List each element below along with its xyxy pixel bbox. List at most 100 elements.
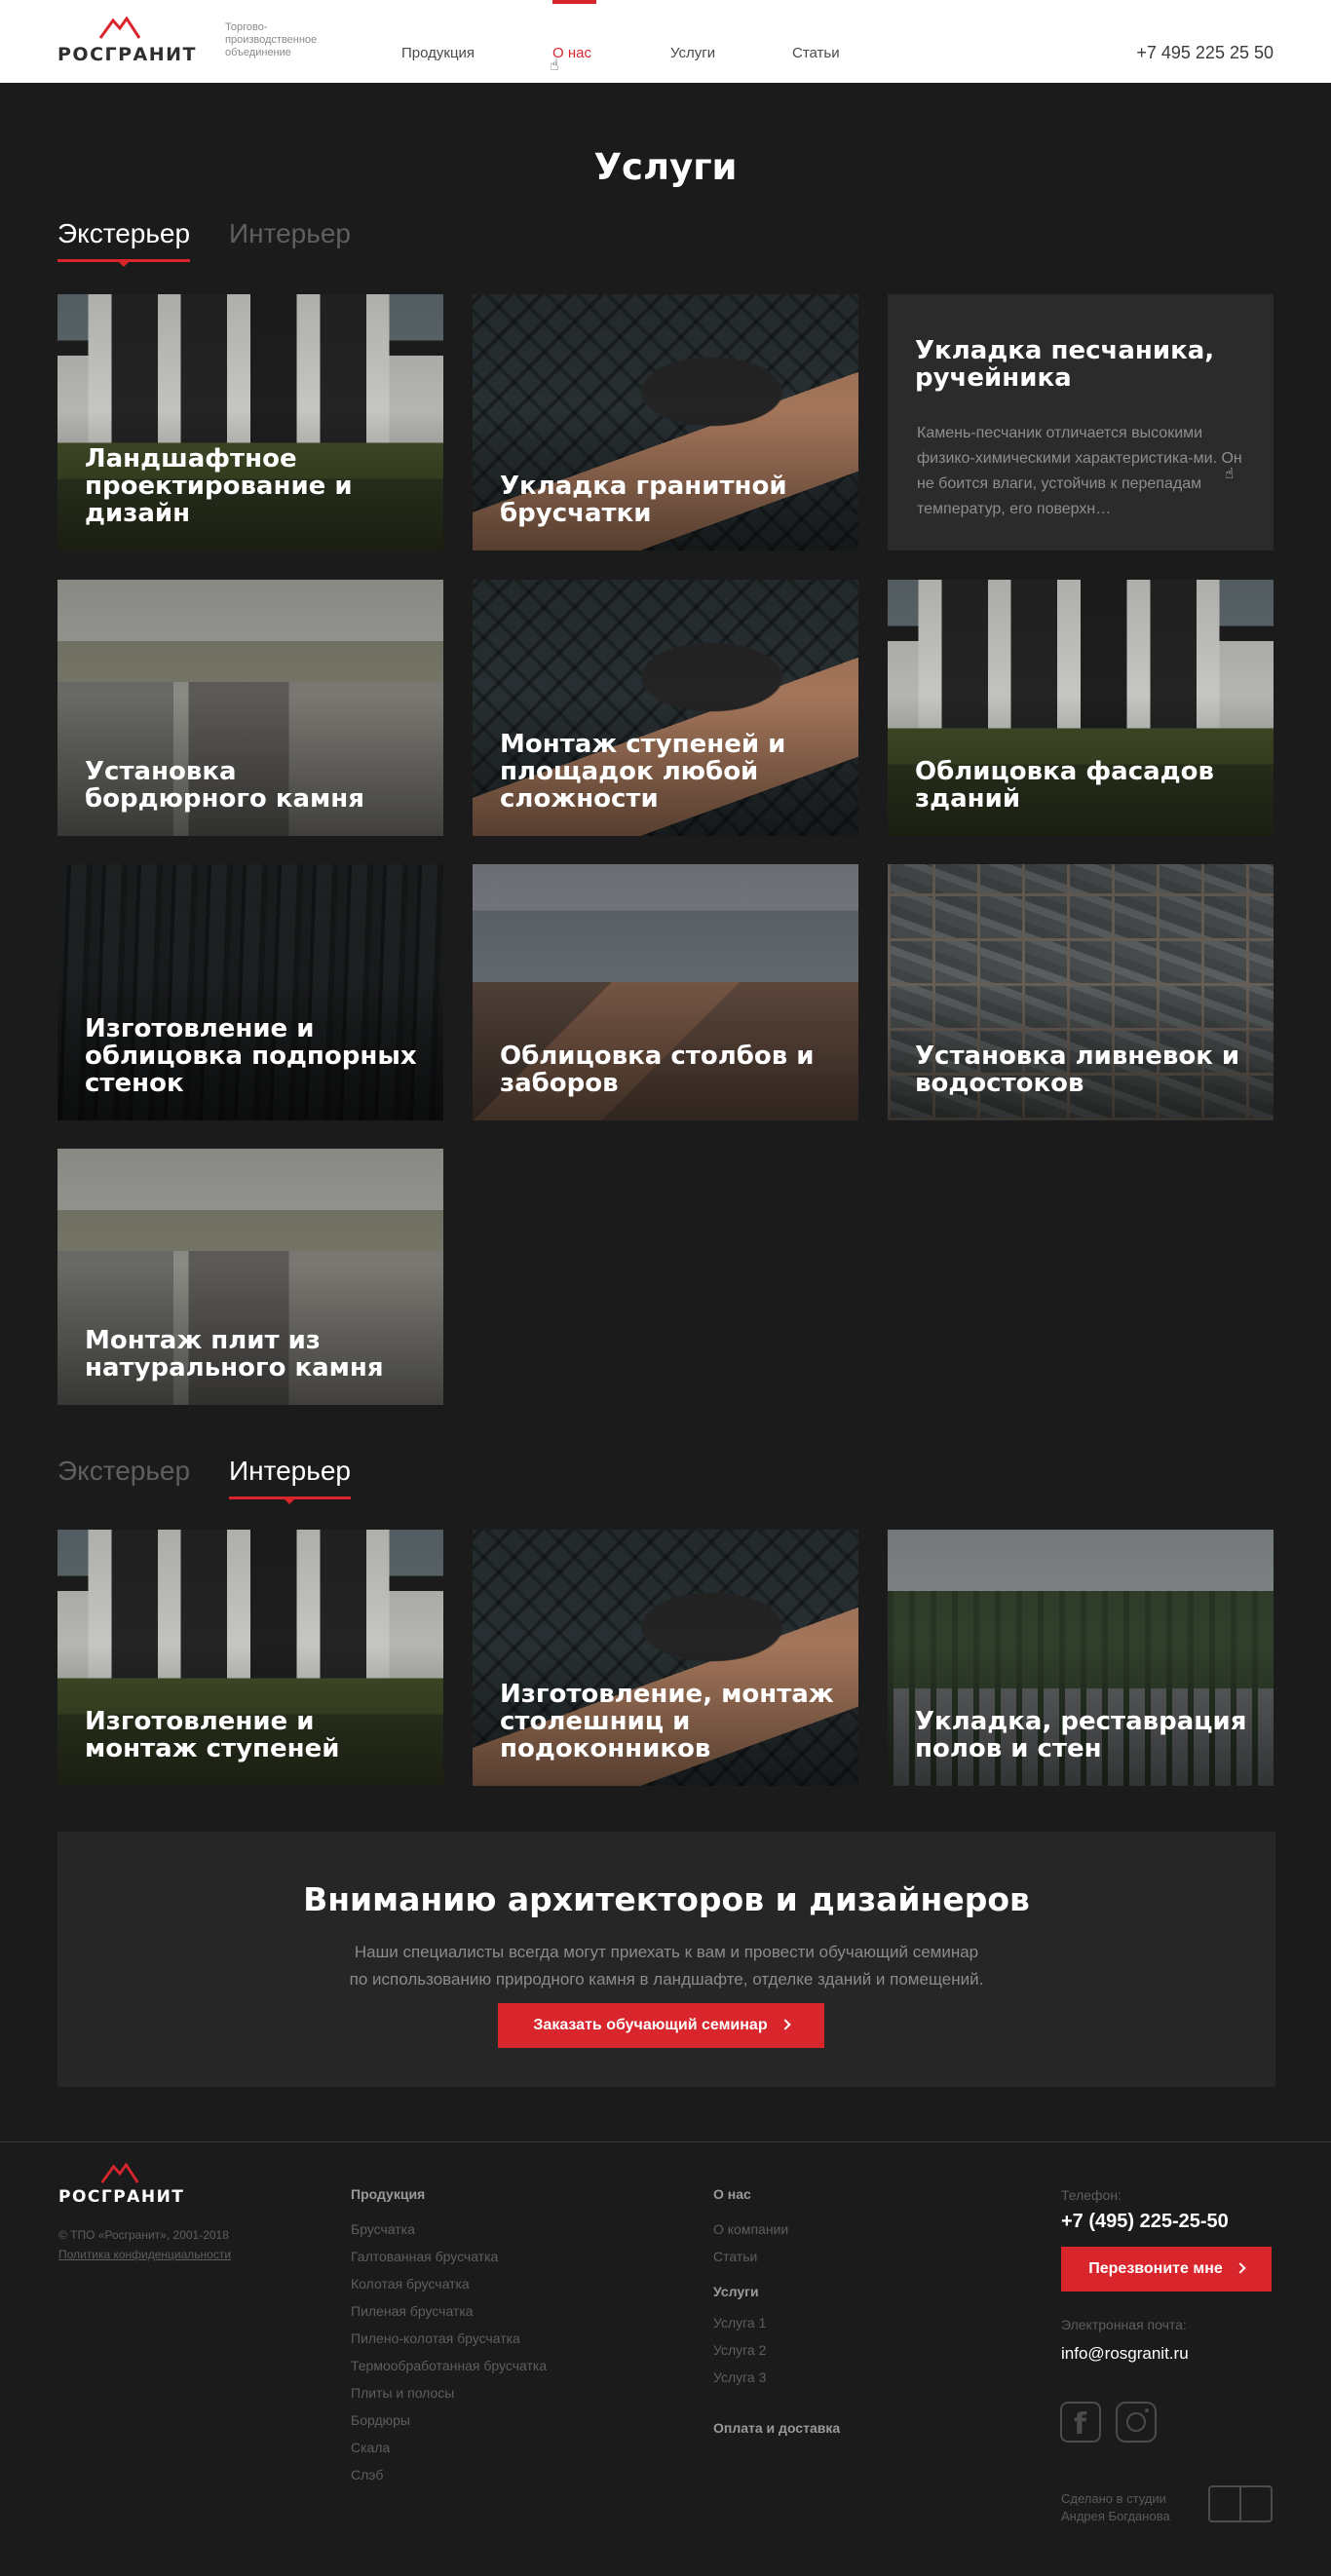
- tab-exterior[interactable]: Экстерьер: [57, 218, 191, 267]
- footer-link[interactable]: Колотая брусчатка: [351, 2270, 547, 2297]
- card-title: Изготовление и облицовка подпорных стено…: [85, 1014, 417, 1098]
- studio-credit: Сделано в студии Андрея Богданова: [1061, 2490, 1170, 2525]
- tabs-top: Экстерьер Интерьер: [57, 218, 545, 267]
- card-title: Изготовление, монтаж столешниц и подокон…: [500, 1680, 834, 1763]
- card-title: Укладка песчаника, ручейника: [915, 336, 1215, 393]
- footer-link[interactable]: Пиленая брусчатка: [351, 2297, 547, 2325]
- tagline: Торгово-производственное объединение: [225, 21, 318, 58]
- mountain-logo-icon: [100, 2163, 139, 2183]
- service-card[interactable]: Ландшафтное проектирование и дизайн: [57, 294, 443, 550]
- pointer-cursor-icon: ☝: [1225, 466, 1235, 482]
- tab-exterior[interactable]: Экстерьер: [57, 1456, 190, 1487]
- card-description: Камень-песчаник отличается высокими физи…: [917, 425, 1242, 517]
- footer-link[interactable]: Термообработанная брусчатка: [351, 2352, 547, 2379]
- tab-underline: [229, 1496, 351, 1504]
- service-card[interactable]: Облицовка столбов и заборов: [473, 864, 858, 1120]
- service-card[interactable]: Облицовка фасадов зданий: [888, 580, 1274, 836]
- tab-interior[interactable]: Интерьер: [229, 218, 351, 249]
- footer-link[interactable]: Бордюры: [351, 2406, 547, 2434]
- tab-exterior-label: Экстерьер: [57, 1456, 191, 1486]
- card-title: Укладка, реставрация полов и стен: [915, 1707, 1247, 1763]
- tabs-bottom: Экстерьер Интерьер: [57, 1456, 545, 1504]
- order-seminar-label: Заказать обучающий семинар: [533, 2017, 768, 2033]
- tab-interior-label: Интерьер: [229, 218, 351, 248]
- service-card[interactable]: Изготовление и монтаж ступеней: [57, 1530, 443, 1786]
- tab-exterior-label: Экстерьер: [57, 218, 191, 248]
- card-title: Монтаж плит из натурального камня: [85, 1326, 384, 1383]
- mountain-logo-icon: [98, 17, 141, 39]
- service-card[interactable]: Установка ливневок и водостоков: [888, 864, 1274, 1120]
- studio-logo-icon[interactable]: [1208, 2485, 1273, 2522]
- service-card[interactable]: Изготовление и облицовка подпорных стено…: [57, 864, 443, 1120]
- nav-item-products[interactable]: Продукция: [401, 45, 475, 61]
- footer-services-heading[interactable]: Услуги: [713, 2284, 840, 2299]
- card-title: Установка бордюрного камня: [85, 757, 364, 814]
- facebook-icon[interactable]: f: [1060, 2402, 1101, 2443]
- footer-products-column: Продукция Брусчатка Галтованная брусчатк…: [351, 2186, 547, 2488]
- footer-link[interactable]: Пилено-колотая брусчатка: [351, 2325, 547, 2352]
- hand-cursor-icon: ☝: [550, 57, 559, 74]
- footer-logo-text: РОСГРАНИТ: [58, 2187, 185, 2207]
- card-title: Облицовка фасадов зданий: [915, 757, 1214, 814]
- service-card-expanded[interactable]: Укладка песчаника, ручейника Камень-песч…: [888, 294, 1274, 550]
- tab-underline: [57, 259, 191, 267]
- service-card[interactable]: Монтаж плит из натурального камня: [57, 1149, 443, 1405]
- email-label: Электронная почта:: [1061, 2317, 1187, 2332]
- footer-logo[interactable]: РОСГРАНИТ: [58, 2163, 185, 2207]
- footer-email[interactable]: info@rosgranit.ru: [1061, 2344, 1275, 2364]
- privacy-policy-link[interactable]: Политика конфиденциальности: [58, 2245, 231, 2264]
- footer-link[interactable]: Слэб: [351, 2461, 547, 2488]
- copyright-text: © ТПО «Росгранит», 2001-2018: [58, 2228, 229, 2242]
- tab-interior[interactable]: Интерьер: [229, 1456, 351, 1504]
- footer-products-heading[interactable]: Продукция: [351, 2186, 547, 2202]
- service-card[interactable]: Укладка гранитной брусчатки: [473, 294, 858, 550]
- footer-about-column: О нас О компании Статьи Услуги Услуга 1 …: [713, 2186, 840, 2436]
- site-header: РОСГРАНИТ Торгово-производственное объед…: [0, 0, 1331, 83]
- footer-link[interactable]: Галтованная брусчатка: [351, 2243, 547, 2270]
- architects-banner: Вниманию архитекторов и дизайнеров Наши …: [57, 1832, 1275, 2087]
- service-card[interactable]: Монтаж ступеней и площадок любой сложнос…: [473, 580, 858, 836]
- footer-contacts: Телефон: +7 (495) 225-25-50 Перезвоните …: [1061, 2187, 1275, 2364]
- footer-link[interactable]: Плиты и полосы: [351, 2379, 547, 2406]
- service-card[interactable]: Укладка, реставрация полов и стен: [888, 1530, 1274, 1786]
- studio-line-1: Сделано в студии: [1061, 2491, 1166, 2506]
- studio-line-2: Андрея Богданова: [1061, 2509, 1170, 2523]
- card-title: Установка ливневок и водостоков: [915, 1042, 1240, 1098]
- card-title: Ландшафтное проектирование и дизайн: [85, 444, 353, 528]
- footer-link[interactable]: О компании: [713, 2216, 840, 2243]
- copyright: © ТПО «Росгранит», 2001-2018 Политика ко…: [58, 2225, 231, 2264]
- logo[interactable]: РОСГРАНИТ: [57, 17, 196, 65]
- card-title: Облицовка столбов и заборов: [500, 1042, 815, 1098]
- chevron-right-icon: [1235, 2262, 1246, 2274]
- header-phone[interactable]: +7 495 225 25 50: [1136, 43, 1274, 63]
- banner-line-1: Наши специалисты всегда могут приехать к…: [354, 1943, 979, 1961]
- footer-link[interactable]: Брусчатка: [351, 2216, 547, 2243]
- card-title: Укладка гранитной брусчатки: [500, 472, 787, 528]
- card-title: Монтаж ступеней и площадок любой сложнос…: [500, 730, 786, 814]
- footer-link[interactable]: Услуга 2: [713, 2336, 840, 2364]
- footer-link[interactable]: Услуга 3: [713, 2364, 840, 2391]
- nav-item-services[interactable]: Услуги: [670, 45, 715, 61]
- page-title: Услуги: [593, 146, 738, 188]
- footer-delivery-link[interactable]: Оплата и доставка: [713, 2420, 840, 2436]
- banner-line-2: по использованию природного камня в ланд…: [349, 1970, 984, 1989]
- instagram-icon[interactable]: [1116, 2402, 1157, 2443]
- banner-title: Вниманию архитекторов и дизайнеров: [303, 1880, 1030, 1918]
- callback-button[interactable]: Перезвоните мне: [1061, 2247, 1272, 2292]
- footer-about-heading[interactable]: О нас: [713, 2186, 840, 2202]
- footer-link[interactable]: Статьи: [713, 2243, 840, 2270]
- service-card[interactable]: Изготовление, монтаж столешниц и подокон…: [473, 1530, 858, 1786]
- nav-active-indicator: [552, 0, 596, 4]
- nav-item-articles[interactable]: Статьи: [792, 45, 840, 61]
- callback-label: Перезвоните мне: [1088, 2260, 1223, 2277]
- order-seminar-button[interactable]: Заказать обучающий семинар: [498, 2003, 824, 2048]
- phone-label: Телефон:: [1061, 2187, 1122, 2203]
- footer-link[interactable]: Услуга 1: [713, 2309, 840, 2336]
- footer-link[interactable]: Скала: [351, 2434, 547, 2461]
- service-card[interactable]: Установка бордюрного камня: [57, 580, 443, 836]
- card-title: Изготовление и монтаж ступеней: [85, 1707, 340, 1763]
- footer-divider: [0, 2141, 1331, 2142]
- tab-interior-label: Интерьер: [229, 1456, 351, 1486]
- footer-phone[interactable]: +7 (495) 225-25-50: [1061, 2211, 1275, 2233]
- chevron-right-icon: [779, 2019, 791, 2030]
